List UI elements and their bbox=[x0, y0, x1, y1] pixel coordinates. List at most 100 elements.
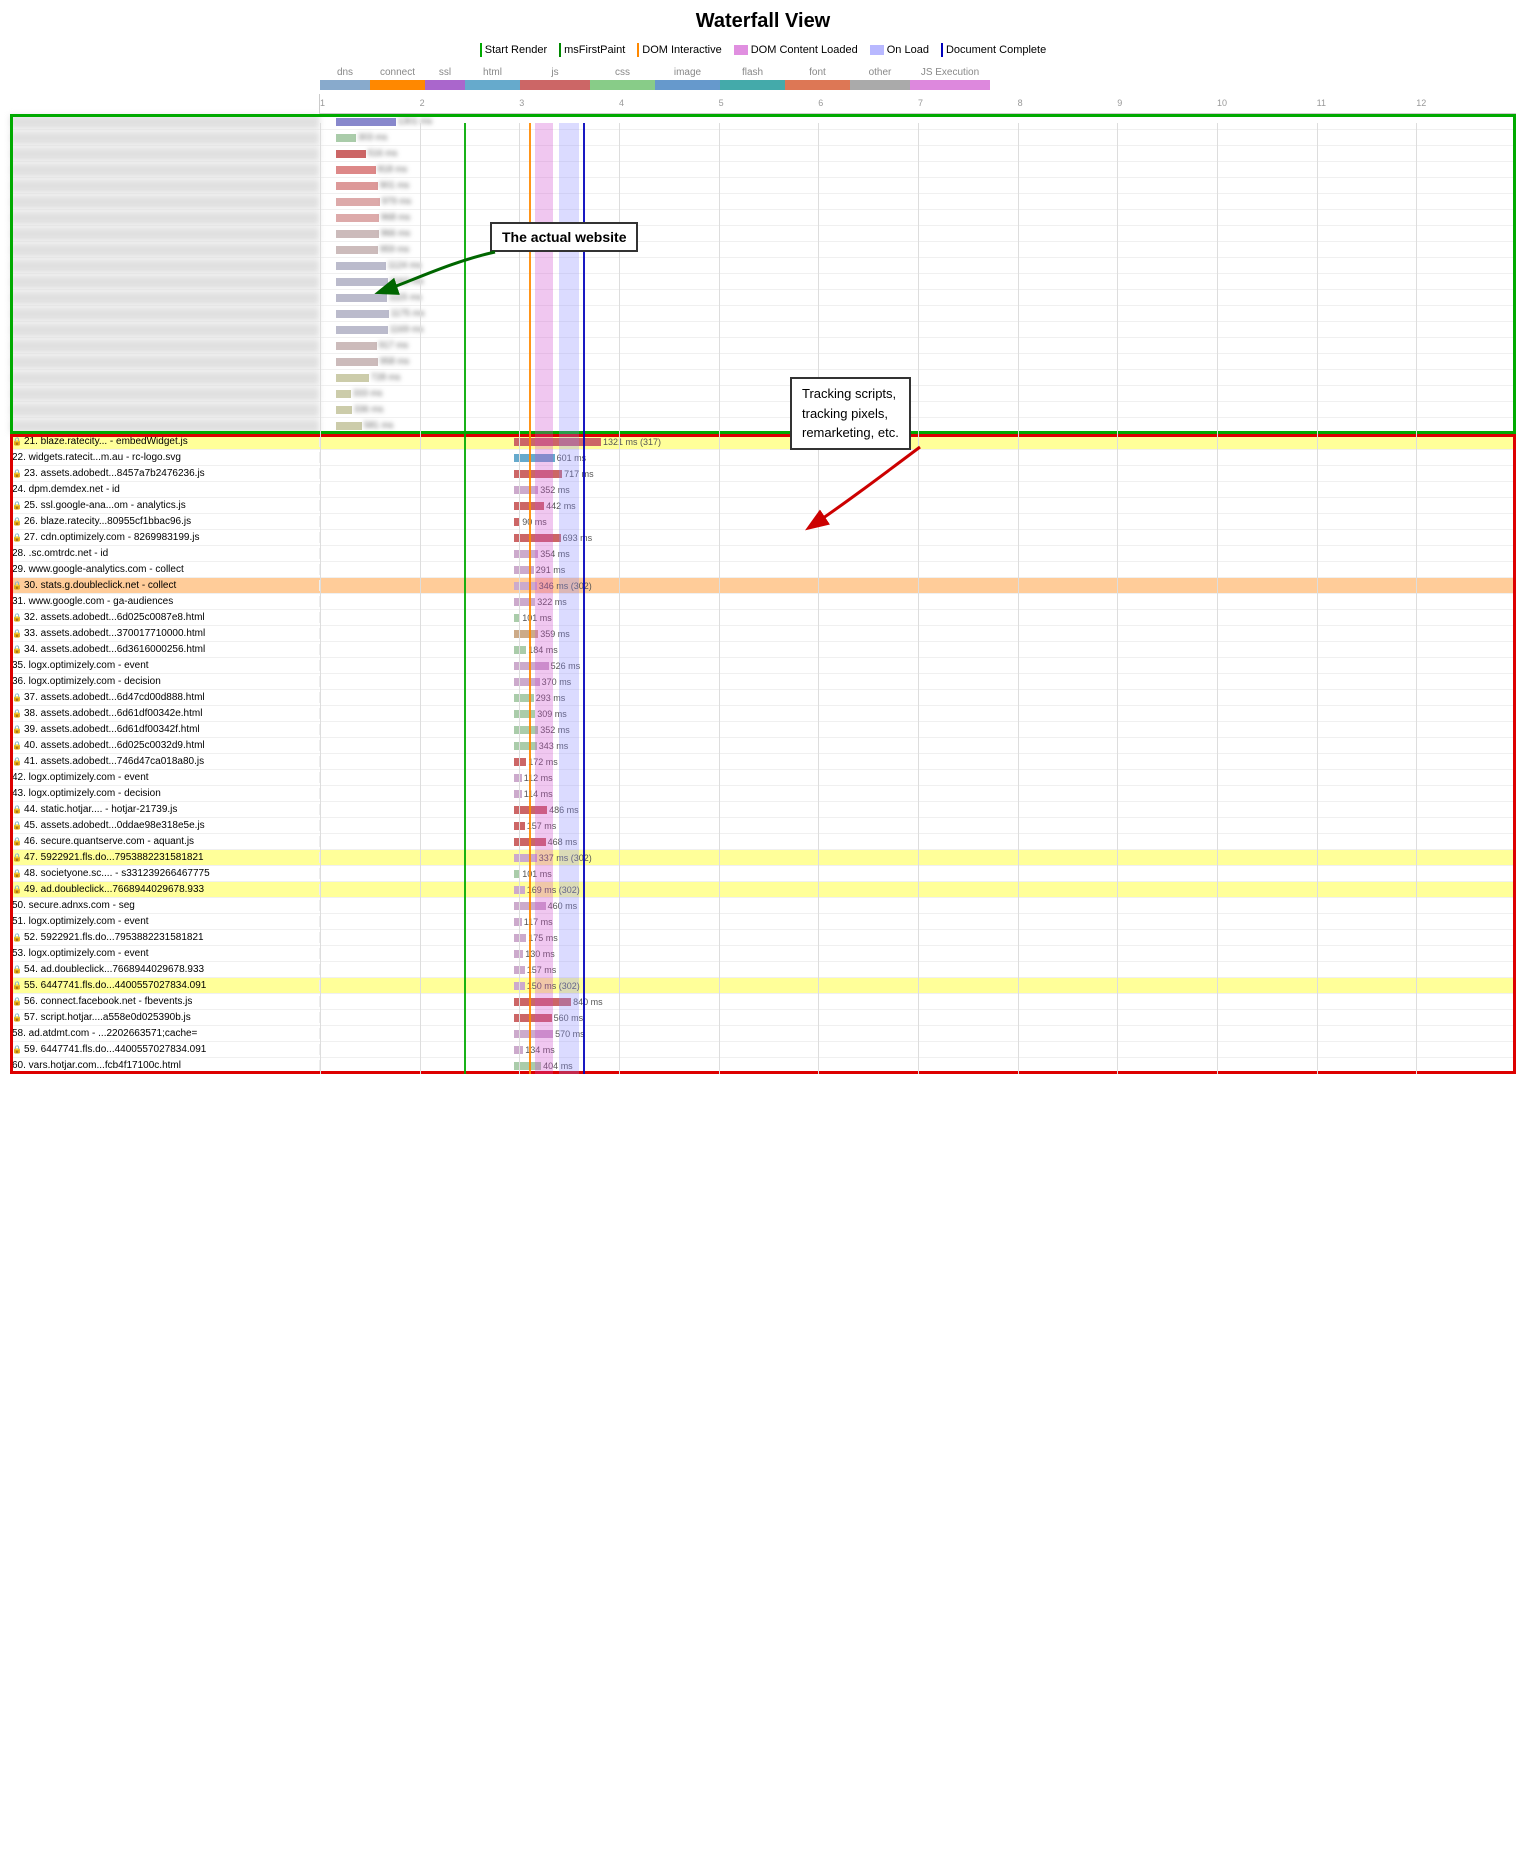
col-connect: connect bbox=[370, 67, 425, 78]
resource-url: 🔒34. assets.adobedt...6d3616000256.html bbox=[10, 644, 320, 655]
resource-timeline: 560 ms bbox=[320, 1011, 1516, 1025]
resource-row: 🔒30. stats.g.doubleclick.net - collect34… bbox=[10, 578, 1516, 594]
resource-timing-label: 1321 ms (317) bbox=[603, 437, 661, 447]
resource-url-blurred bbox=[10, 115, 320, 129]
tracking-section: 🔒21. blaze.ratecity... - embedWidget.js1… bbox=[10, 434, 1516, 1074]
annotation-tracking-line2: tracking pixels, bbox=[802, 404, 899, 424]
resource-url-text: 29. www.google-analytics.com - collect bbox=[12, 564, 184, 575]
resource-url: 🔒48. societyone.sc.... - s33123926646777… bbox=[10, 868, 320, 879]
resource-url: 🔒52. 5922921.fls.do...7953882231581821 bbox=[10, 932, 320, 943]
resource-rows: 🔒21. blaze.ratecity... - embedWidget.js1… bbox=[10, 434, 1516, 1074]
resource-url: 🔒49. ad.doubleclick...7668944029678.933 bbox=[10, 884, 320, 895]
resource-url-blurred bbox=[10, 323, 320, 337]
resource-timing-label: 309 ms bbox=[537, 709, 567, 719]
lock-icon: 🔒 bbox=[12, 837, 22, 846]
legend-start-render-label: Start Render bbox=[485, 44, 547, 56]
resource-url: 🔒32. assets.adobedt...6d025c0087e8.html bbox=[10, 612, 320, 623]
resource-timeline: 90 ms bbox=[320, 515, 1516, 529]
resource-url: 🔒59. 6447741.fls.do...4400557027834.091 bbox=[10, 1044, 320, 1055]
resource-timing-label: 840 ms bbox=[573, 997, 603, 1007]
resource-bar bbox=[514, 742, 536, 750]
resource-timing-label: 460 ms bbox=[548, 901, 578, 911]
resource-timeline: 333 ms bbox=[320, 387, 1516, 401]
resource-row: 1115 ms bbox=[10, 290, 1516, 306]
resource-bar bbox=[514, 966, 524, 974]
lock-icon: 🔒 bbox=[12, 981, 22, 990]
resource-timing-label: 101 ms bbox=[522, 869, 552, 879]
resource-url-text: 45. assets.adobedt...0ddae98e318e5e.js bbox=[24, 820, 205, 831]
resource-url-blurred bbox=[10, 195, 320, 209]
column-headers: dns connect ssl html js css image flash … bbox=[10, 67, 1516, 78]
resource-row: 51. logx.optimizely.com - event117 ms bbox=[10, 914, 1516, 930]
resource-timing-label: 322 ms bbox=[537, 597, 567, 607]
resource-url-text: 50. secure.adnxs.com - seg bbox=[12, 900, 135, 911]
resource-url-text: 32. assets.adobedt...6d025c0087e8.html bbox=[24, 612, 205, 623]
resource-timing-label: 169 ms (302) bbox=[527, 885, 580, 895]
resource-timeline: 172 ms bbox=[320, 755, 1516, 769]
resource-timeline: 526 ms bbox=[320, 659, 1516, 673]
resource-row: 58. ad.atdmt.com - ...2202663571;cache=5… bbox=[10, 1026, 1516, 1042]
resource-timeline: 101 ms bbox=[320, 867, 1516, 881]
lock-icon: 🔒 bbox=[12, 821, 22, 830]
resource-url: 🔒57. script.hotjar....a558e0d025390b.js bbox=[10, 1012, 320, 1023]
resource-label-blurred: 979 ms bbox=[382, 196, 412, 206]
resource-label-blurred: 917 ms bbox=[379, 340, 409, 350]
legend-on-load-label: On Load bbox=[887, 44, 929, 56]
resource-timeline: 717 ms bbox=[320, 467, 1516, 481]
resource-url: 29. www.google-analytics.com - collect bbox=[10, 564, 320, 575]
resource-url-blurred bbox=[10, 147, 320, 161]
resource-url-text: 34. assets.adobedt...6d3616000256.html bbox=[24, 644, 205, 655]
timeline-ticks-row: 1 2 3 4 5 6 7 8 9 10 11 12 bbox=[10, 94, 1516, 114]
resource-timing-label: 114 ms bbox=[524, 789, 553, 799]
resource-timeline: 337 ms (302) bbox=[320, 851, 1516, 865]
resource-bar bbox=[514, 454, 554, 462]
resource-url: 22. widgets.ratecit...m.au - rc-logo.svg bbox=[10, 452, 320, 463]
lock-icon: 🔒 bbox=[12, 437, 22, 446]
resource-url-blurred bbox=[10, 371, 320, 385]
resource-timeline: 516 ms bbox=[320, 147, 1516, 161]
waterfall-section: dns connect ssl html js css image flash … bbox=[10, 67, 1516, 1074]
resource-bar bbox=[336, 182, 378, 190]
resource-timeline: 901 ms bbox=[320, 179, 1516, 193]
resource-timing-label: 442 ms bbox=[546, 501, 576, 511]
resource-url-text: 46. secure.quantserve.com - aquant.js bbox=[24, 836, 194, 847]
resource-bar bbox=[514, 438, 601, 446]
resource-timing-label: 134 ms bbox=[525, 1045, 555, 1055]
resource-timeline: 917 ms bbox=[320, 339, 1516, 353]
resource-row: 🔒41. assets.adobedt...746d47ca018a80.js1… bbox=[10, 754, 1516, 770]
resource-url-text: 49. ad.doubleclick...7668944029678.933 bbox=[24, 884, 204, 895]
resource-url: 🔒55. 6447741.fls.do...4400557027834.091 bbox=[10, 980, 320, 991]
resource-row: 🔒32. assets.adobedt...6d025c0087e8.html 1… bbox=[10, 610, 1516, 626]
resource-row: 🔒38. assets.adobedt...6d61df00342e.html 3… bbox=[10, 706, 1516, 722]
legend-dom-interactive: DOM Interactive bbox=[637, 43, 721, 57]
resource-timeline: 1175 ms bbox=[320, 307, 1516, 321]
resource-url: 🔒38. assets.adobedt...6d61df00342e.html bbox=[10, 708, 320, 719]
annotation-actual-website-text: The actual website bbox=[502, 229, 626, 245]
resource-bar bbox=[514, 1014, 551, 1022]
lock-icon: 🔒 bbox=[12, 581, 22, 590]
resource-timing-label: 101 ms bbox=[522, 613, 552, 623]
resource-timing-label: 404 ms bbox=[543, 1061, 573, 1071]
resource-bar bbox=[514, 838, 545, 846]
lock-icon: 🔒 bbox=[12, 1013, 22, 1022]
resource-timeline: 1169 ms bbox=[320, 323, 1516, 337]
resource-url-text: 48. societyone.sc.... - s331239266467775 bbox=[24, 868, 210, 879]
resource-timing-label: 359 ms bbox=[540, 629, 570, 639]
resource-timeline: 958 ms bbox=[320, 355, 1516, 369]
resource-row: 53. logx.optimizely.com - event130 ms bbox=[10, 946, 1516, 962]
resource-url-text: 28. .sc.omtrdc.net - id bbox=[12, 548, 108, 559]
resource-label-blurred: 336 ms bbox=[354, 404, 384, 414]
resource-url: 28. .sc.omtrdc.net - id bbox=[10, 548, 320, 559]
resource-url: 🔒26. blaze.ratecity...80955cf1bbac96.js bbox=[10, 516, 320, 527]
lock-icon: 🔒 bbox=[12, 469, 22, 478]
resource-timeline: 291 ms bbox=[320, 563, 1516, 577]
blurred-section: 1301 ms303 ms516 ms818 ms901 ms979 ms968… bbox=[10, 114, 1516, 434]
legend-document-complete-label: Document Complete bbox=[946, 44, 1046, 56]
resource-bar bbox=[336, 198, 380, 206]
resource-timeline: 134 ms bbox=[320, 1043, 1516, 1057]
resource-url: 🔒46. secure.quantserve.com - aquant.js bbox=[10, 836, 320, 847]
resource-bar bbox=[336, 390, 351, 398]
tick-4: 4 bbox=[619, 98, 624, 108]
resource-url: 🔒40. assets.adobedt...6d025c0032d9.html bbox=[10, 740, 320, 751]
resource-url: 🔒25. ssl.google-ana...om - analytics.js bbox=[10, 500, 320, 511]
